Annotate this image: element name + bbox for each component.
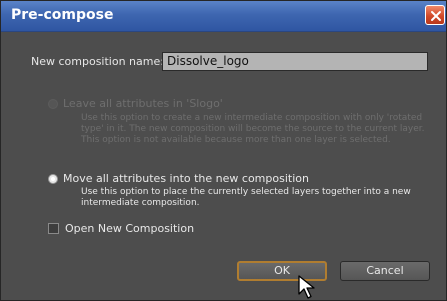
mouse-pointer-icon bbox=[298, 275, 315, 299]
leave-attributes-description: Use this option to create a new intermed… bbox=[81, 113, 425, 145]
close-icon bbox=[431, 11, 441, 21]
dialog-content: New composition name: Dissolve_logo Leav… bbox=[1, 32, 446, 300]
cancel-button[interactable]: Cancel bbox=[340, 261, 430, 281]
leave-attributes-radio bbox=[48, 99, 58, 109]
pre-compose-dialog: Pre-compose New composition name: Dissol… bbox=[0, 0, 447, 301]
open-new-composition-label[interactable]: Open New Composition bbox=[65, 222, 194, 235]
move-attributes-label[interactable]: Move all attributes into the new composi… bbox=[63, 172, 309, 185]
open-new-composition-checkbox[interactable] bbox=[48, 223, 59, 234]
close-button[interactable] bbox=[425, 5, 445, 25]
title-bar[interactable]: Pre-compose bbox=[1, 1, 446, 32]
dialog-title: Pre-compose bbox=[11, 7, 114, 23]
composition-name-label: New composition name: bbox=[31, 55, 164, 68]
move-attributes-description: Use this option to place the currently s… bbox=[81, 187, 411, 208]
move-attributes-radio[interactable] bbox=[48, 174, 58, 184]
composition-name-input[interactable]: Dissolve_logo bbox=[162, 52, 428, 71]
leave-attributes-label: Leave all attributes in 'Slogo' bbox=[63, 97, 223, 110]
